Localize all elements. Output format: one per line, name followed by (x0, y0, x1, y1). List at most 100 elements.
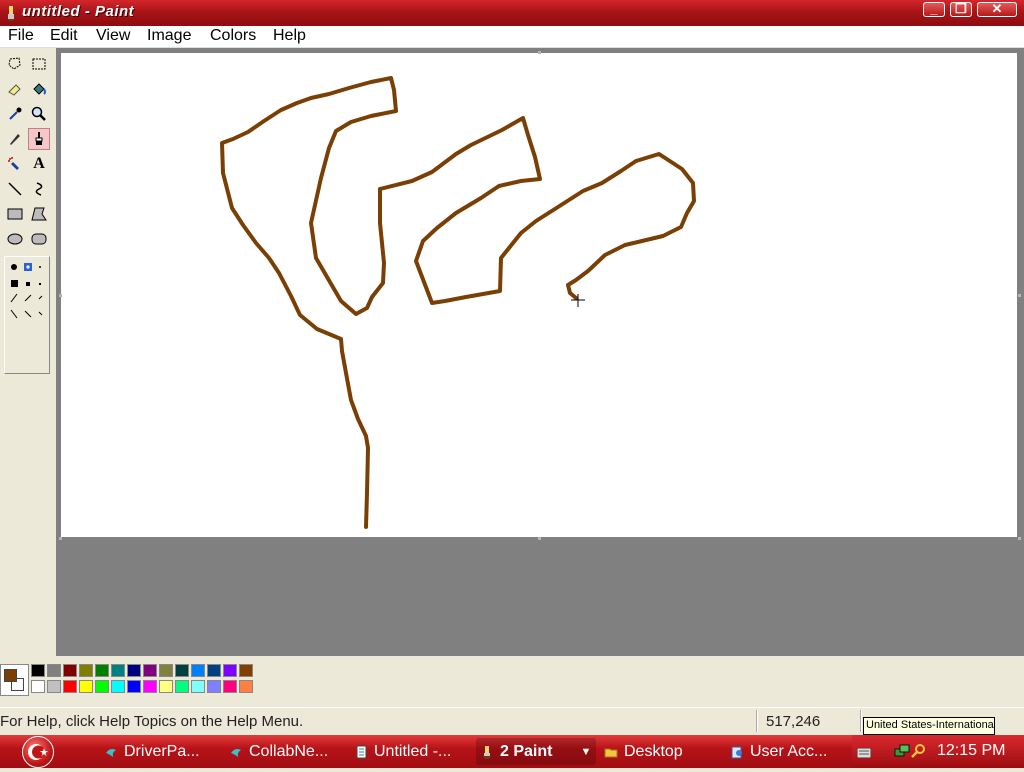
palette-color-swatch[interactable] (223, 680, 237, 693)
resize-handle[interactable] (1018, 294, 1021, 297)
status-divider (860, 710, 862, 732)
palette-color-swatch[interactable] (79, 680, 93, 693)
palette-color-swatch[interactable] (191, 664, 205, 677)
rounded-rectangle-tool[interactable] (28, 228, 50, 250)
minimize-button[interactable]: _ (923, 1, 945, 17)
paint-app-icon (7, 6, 15, 21)
fill-tool[interactable] (28, 78, 50, 100)
menu-image[interactable]: Image (147, 27, 191, 45)
palette-color-swatch[interactable] (47, 680, 61, 693)
start-button[interactable] (22, 736, 54, 768)
network-icon[interactable] (894, 743, 910, 759)
taskbar-item-driverpa[interactable]: DriverPa... (100, 738, 220, 765)
ellipse-icon (7, 233, 23, 245)
status-help-text: For Help, click Help Topics on the Help … (0, 713, 304, 730)
palette-color-swatch[interactable] (143, 680, 157, 693)
foreground-color[interactable] (4, 669, 17, 682)
palette-color-swatch[interactable] (95, 664, 109, 677)
palette-color-swatch[interactable] (239, 680, 253, 693)
resize-handle[interactable] (59, 537, 62, 540)
palette-color-swatch[interactable] (223, 664, 237, 677)
taskbar-item-paint-group[interactable]: 2 Paint ▼ (476, 738, 596, 765)
clock[interactable]: 12:15 PM (937, 742, 1005, 760)
cursor-coordinates: 517,246 (766, 713, 821, 730)
palette-color-swatch[interactable] (207, 680, 221, 693)
airbrush-tool[interactable] (4, 153, 26, 175)
palette-color-swatch[interactable] (47, 664, 61, 677)
ellipse-tool[interactable] (4, 228, 26, 250)
brush-shape-options[interactable] (5, 257, 49, 373)
taskbar-item-label: User Acc... (750, 742, 828, 760)
user-accounts-icon (731, 746, 742, 758)
palette-color-swatch[interactable] (207, 664, 221, 677)
eraser-icon (8, 84, 21, 96)
polygon-tool[interactable] (28, 203, 50, 225)
free-select-tool[interactable] (4, 53, 26, 75)
taskbar-item-collabne[interactable]: CollabNe... (225, 738, 345, 765)
curve-tool[interactable] (28, 178, 50, 200)
palette-color-swatch[interactable] (127, 664, 141, 677)
palette-color-swatch[interactable] (239, 664, 253, 677)
current-colors[interactable] (0, 664, 29, 696)
select-icon (32, 58, 46, 70)
palette-color-swatch[interactable] (175, 680, 189, 693)
drawing-canvas[interactable] (61, 53, 1017, 537)
menu-view[interactable]: View (96, 27, 130, 45)
maximize-button[interactable]: ❐ (950, 1, 972, 17)
rounded-rectangle-icon (31, 233, 47, 245)
menu-help[interactable]: Help (273, 27, 306, 45)
pencil-icon (10, 134, 20, 145)
palette-color-swatch[interactable] (111, 680, 125, 693)
palette-color-swatch[interactable] (79, 664, 93, 677)
close-button[interactable]: ✕ (977, 1, 1017, 17)
brush-tool[interactable] (28, 128, 50, 150)
line-tool[interactable] (4, 178, 26, 200)
palette-color-swatch[interactable] (159, 680, 173, 693)
palette-color-swatch[interactable] (175, 664, 189, 677)
palette-color-swatch[interactable] (63, 664, 77, 677)
menu-file[interactable]: File (8, 27, 34, 45)
menu-colors[interactable]: Colors (210, 27, 256, 45)
color-picker-tool[interactable] (4, 103, 26, 125)
menu-edit[interactable]: Edit (50, 27, 78, 45)
palette-color-swatch[interactable] (111, 664, 125, 677)
toolbox: A (0, 50, 56, 656)
chevron-down-icon: ▼ (580, 745, 592, 758)
document-icon (356, 745, 367, 758)
palette-color-swatch[interactable] (143, 664, 157, 677)
airbrush-icon (8, 157, 19, 170)
palette-color-swatch[interactable] (127, 680, 141, 693)
magnifier-tool[interactable] (28, 103, 50, 125)
menu-bar: File Edit View Image Colors Help (0, 26, 1024, 48)
taskbar-item-label: 2 Paint (500, 742, 553, 760)
palette-color-swatch[interactable] (95, 680, 109, 693)
resize-handle[interactable] (538, 51, 541, 54)
brush-icon (35, 132, 43, 145)
text-tool[interactable]: A (28, 153, 50, 175)
select-tool[interactable] (28, 53, 50, 75)
taskbar-item-untitled[interactable]: Untitled -... (350, 738, 470, 765)
resize-handle[interactable] (59, 294, 62, 297)
taskbar-item-desktop[interactable]: Desktop (600, 738, 720, 765)
magnifier-icon (31, 106, 46, 121)
pencil-tool[interactable] (4, 128, 26, 150)
palette-color-swatch[interactable] (31, 680, 45, 693)
palette-color-swatch[interactable] (63, 680, 77, 693)
resize-handle[interactable] (538, 537, 541, 540)
taskbar-item-user-accounts[interactable]: User Acc... (726, 738, 846, 765)
brush-options[interactable] (4, 256, 50, 374)
keyboard-icon[interactable] (857, 748, 871, 758)
rectangle-tool[interactable] (4, 203, 26, 225)
eraser-tool[interactable] (4, 78, 26, 100)
status-divider (756, 710, 758, 732)
close-icon: ✕ (991, 1, 1003, 16)
taskbar-item-label: DriverPa... (124, 742, 200, 760)
resize-handle[interactable] (1018, 537, 1021, 540)
palette-color-swatch[interactable] (191, 680, 205, 693)
polygon-icon (31, 207, 47, 221)
palette-color-swatch[interactable] (159, 664, 173, 677)
title-bar[interactable]: untitled - Paint _ ❐ ✕ (0, 0, 1024, 26)
start-logo-icon (28, 744, 48, 760)
search-icon[interactable] (910, 743, 926, 759)
palette-color-swatch[interactable] (31, 664, 45, 677)
